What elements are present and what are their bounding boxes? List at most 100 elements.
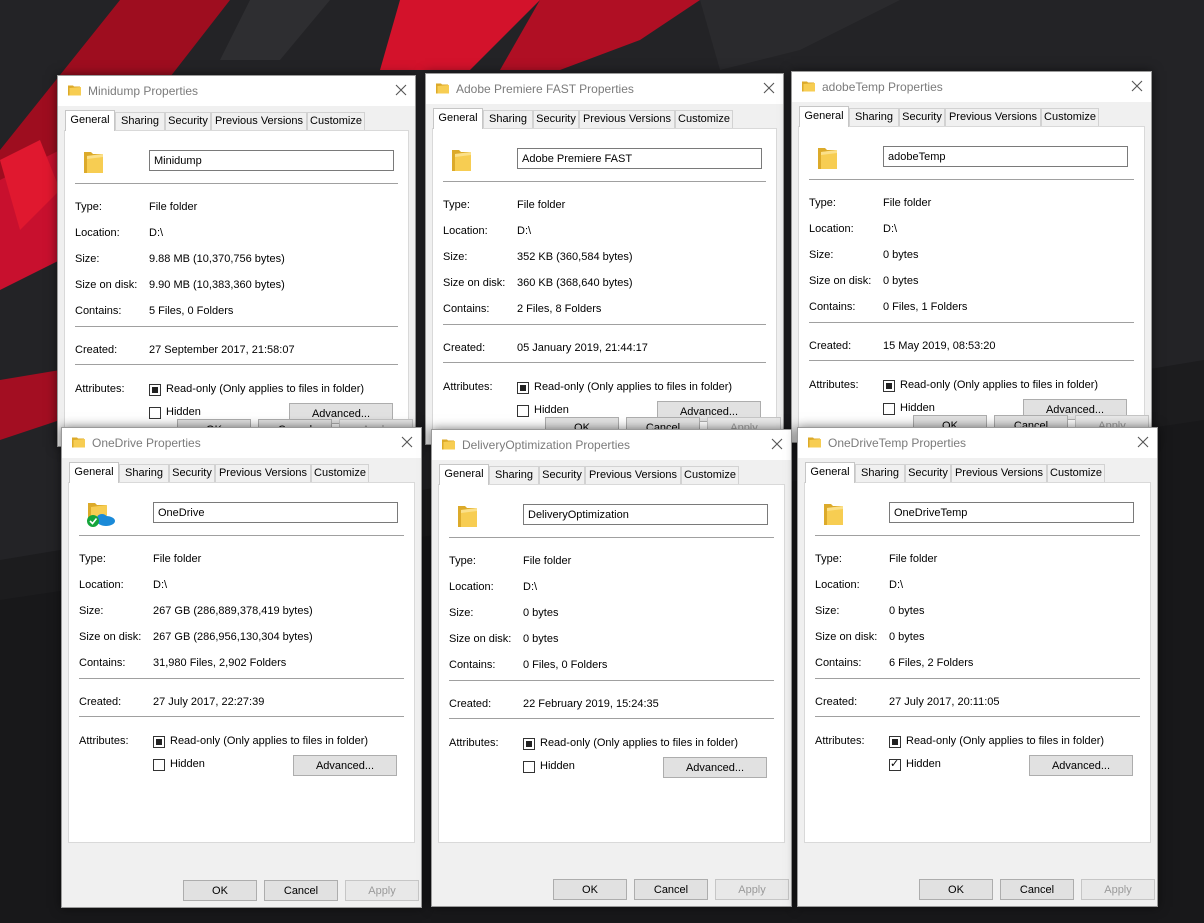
hidden-checkbox[interactable] <box>153 759 165 771</box>
readonly-label[interactable]: Read-only (Only applies to files in fold… <box>906 735 1104 747</box>
readonly-label[interactable]: Read-only (Only applies to files in fold… <box>540 737 738 749</box>
properties-window: adobeTemp Properties General Sharing Securi… <box>791 71 1152 443</box>
cancel-button[interactable]: Cancel <box>264 880 338 901</box>
advanced-button[interactable]: Advanced... <box>663 757 767 778</box>
tab-sharing[interactable]: Sharing <box>119 464 169 482</box>
created-value: 15 May 2019, 08:53:20 <box>883 340 996 352</box>
folder-name-input[interactable] <box>517 148 762 169</box>
contains-label: Contains: <box>815 657 862 669</box>
ok-button[interactable]: OK <box>183 880 257 901</box>
tab-customize[interactable]: Customize <box>675 110 733 128</box>
close-icon[interactable] <box>393 428 421 456</box>
created-label: Created: <box>75 344 118 356</box>
tab-previous-versions[interactable]: Previous Versions <box>579 110 675 128</box>
tab-sharing[interactable]: Sharing <box>115 112 165 130</box>
readonly-checkbox[interactable] <box>517 382 529 394</box>
created-label: Created: <box>79 696 122 708</box>
tab-general[interactable]: General <box>439 464 489 485</box>
hidden-label[interactable]: Hidden <box>166 406 201 418</box>
readonly-label[interactable]: Read-only (Only applies to files in fold… <box>900 379 1098 391</box>
ok-button[interactable]: OK <box>553 879 627 900</box>
hidden-checkbox[interactable] <box>883 403 895 415</box>
tab-general[interactable]: General <box>433 108 483 129</box>
close-icon[interactable] <box>755 74 783 102</box>
tab-security[interactable]: Security <box>533 110 579 128</box>
readonly-checkbox[interactable] <box>883 380 895 392</box>
cancel-button[interactable]: Cancel <box>1000 879 1074 900</box>
folder-name-input[interactable] <box>883 146 1128 167</box>
readonly-checkbox[interactable] <box>523 738 535 750</box>
tab-general[interactable]: General <box>65 110 115 131</box>
title-bar[interactable]: Minidump Properties <box>58 76 415 106</box>
tab-previous-versions[interactable]: Previous Versions <box>215 464 311 482</box>
hidden-checkbox[interactable] <box>523 761 535 773</box>
apply-button[interactable]: Apply <box>345 880 419 901</box>
type-label: Type: <box>449 555 476 567</box>
close-icon[interactable] <box>387 76 415 104</box>
size-on-disk-label: Size on disk: <box>443 277 506 289</box>
properties-window: OneDriveTemp Properties General Sharing Sec… <box>797 427 1158 907</box>
tab-security[interactable]: Security <box>899 108 945 126</box>
tab-previous-versions[interactable]: Previous Versions <box>211 112 307 130</box>
contains-value: 0 Files, 1 Folders <box>883 301 968 313</box>
title-bar[interactable]: adobeTemp Properties <box>792 72 1151 102</box>
tab-previous-versions[interactable]: Previous Versions <box>945 108 1041 126</box>
folder-name-input[interactable] <box>889 502 1134 523</box>
title-folder-icon <box>808 437 821 448</box>
tab-sharing[interactable]: Sharing <box>489 466 539 484</box>
title-bar[interactable]: OneDriveTemp Properties <box>798 428 1157 458</box>
tab-security[interactable]: Security <box>165 112 211 130</box>
tab-sharing[interactable]: Sharing <box>483 110 533 128</box>
close-icon[interactable] <box>1123 72 1151 100</box>
tab-general[interactable]: General <box>69 462 119 483</box>
hidden-label[interactable]: Hidden <box>906 758 941 770</box>
separator <box>79 716 404 717</box>
close-icon[interactable] <box>763 430 791 458</box>
apply-button[interactable]: Apply <box>715 879 789 900</box>
ok-button[interactable]: OK <box>919 879 993 900</box>
tab-previous-versions[interactable]: Previous Versions <box>585 466 681 484</box>
hidden-label[interactable]: Hidden <box>900 402 935 414</box>
title-bar[interactable]: OneDrive Properties <box>62 428 421 458</box>
tab-customize[interactable]: Customize <box>307 112 365 130</box>
readonly-checkbox[interactable] <box>149 384 161 396</box>
cancel-button[interactable]: Cancel <box>634 879 708 900</box>
location-label: Location: <box>75 227 120 239</box>
hidden-label[interactable]: Hidden <box>534 404 569 416</box>
readonly-checkbox[interactable] <box>889 736 901 748</box>
hidden-checkbox[interactable] <box>889 757 901 771</box>
folder-name-input[interactable] <box>149 150 394 171</box>
general-panel: Type: File folder Location: D:\ Size: 0 bytes… <box>438 484 785 843</box>
readonly-label[interactable]: Read-only (Only applies to files in fold… <box>170 735 368 747</box>
tab-customize[interactable]: Customize <box>1041 108 1099 126</box>
title-bar[interactable]: DeliveryOptimization Properties <box>432 430 791 460</box>
created-value: 27 July 2017, 20:11:05 <box>889 696 1000 708</box>
tab-security[interactable]: Security <box>905 464 951 482</box>
tab-sharing[interactable]: Sharing <box>855 464 905 482</box>
folder-name-input[interactable] <box>153 502 398 523</box>
advanced-button[interactable]: Advanced... <box>1029 755 1133 776</box>
hidden-checkbox[interactable] <box>149 407 161 419</box>
tab-general[interactable]: General <box>805 462 855 483</box>
tab-customize[interactable]: Customize <box>1047 464 1105 482</box>
hidden-checkbox[interactable] <box>517 405 529 417</box>
tab-sharing[interactable]: Sharing <box>849 108 899 126</box>
tab-previous-versions[interactable]: Previous Versions <box>951 464 1047 482</box>
tab-customize[interactable]: Customize <box>311 464 369 482</box>
advanced-button[interactable]: Advanced... <box>293 755 397 776</box>
readonly-label[interactable]: Read-only (Only applies to files in fold… <box>166 383 364 395</box>
hidden-label[interactable]: Hidden <box>170 758 205 770</box>
hidden-label[interactable]: Hidden <box>540 760 575 772</box>
readonly-checkbox[interactable] <box>153 736 165 748</box>
general-panel: Type: File folder Location: D:\ Size: 267 GB … <box>68 482 415 843</box>
apply-button[interactable]: Apply <box>1081 879 1155 900</box>
readonly-label[interactable]: Read-only (Only applies to files in fold… <box>534 381 732 393</box>
folder-name-input[interactable] <box>523 504 768 525</box>
close-icon[interactable] <box>1129 428 1157 456</box>
tab-security[interactable]: Security <box>169 464 215 482</box>
tab-customize[interactable]: Customize <box>681 466 739 484</box>
title-bar[interactable]: Adobe Premiere FAST Properties <box>426 74 783 104</box>
tab-general[interactable]: General <box>799 106 849 127</box>
attributes-label: Attributes: <box>815 735 865 747</box>
tab-security[interactable]: Security <box>539 466 585 484</box>
